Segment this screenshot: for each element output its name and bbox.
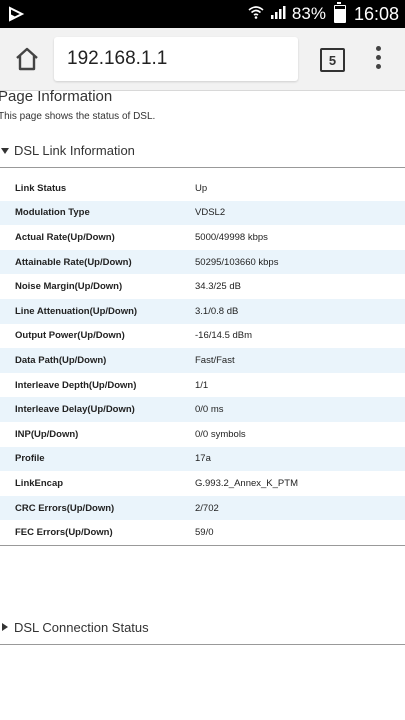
row-label: Interleave Depth(Up/Down) <box>15 379 137 391</box>
expand-arrow-icon <box>1 148 9 154</box>
row-label: Output Power(Up/Down) <box>15 330 125 342</box>
more-menu-icon[interactable] <box>370 46 386 72</box>
table-row: Interleave Depth(Up/Down) 1/1 <box>0 372 405 398</box>
table-row: Noise Margin(Up/Down) 34.3/25 dB <box>0 274 405 299</box>
url-text: 192.168.1.1 <box>67 48 168 69</box>
table-row: Profile 17a <box>0 446 405 472</box>
table-row: Interleave Delay(Up/Down) 0/0 ms <box>0 397 405 422</box>
table-row: Modulation Type VDSL2 <box>0 200 405 226</box>
row-label: Actual Rate(Up/Down) <box>15 231 115 243</box>
status-bar: 83% 16:08 <box>0 0 405 28</box>
row-label: LinkEncap <box>15 477 64 489</box>
table-row: Actual Rate(Up/Down) 5000/49998 kbps <box>0 225 405 250</box>
row-value: 17a <box>195 453 211 465</box>
table-row: Output Power(Up/Down) -16/14.5 dBm <box>0 323 405 349</box>
row-label: FEC Errors(Up/Down) <box>15 527 113 539</box>
clock: 16:08 <box>353 3 399 24</box>
section-label: DSL Link Information <box>14 143 135 158</box>
dsl-link-table: Link Status Up Modulation Type VDSL2 Actual … <box>0 176 405 546</box>
row-value: 3.1/0.8 dB <box>195 305 239 317</box>
table-row: Line Attenuation(Up/Down) 3.1/0.8 dB <box>0 298 405 324</box>
row-value: -16/14.5 dBm <box>195 330 253 342</box>
row-value: 50295/103660 kbps <box>195 256 279 268</box>
row-value: G.993.2_Annex_K_PTM <box>195 477 298 489</box>
section-label: DSL Connection Status <box>14 620 149 635</box>
row-value: 2/702 <box>195 502 219 514</box>
battery-percent: 83% <box>291 4 326 23</box>
wifi-icon <box>248 4 264 24</box>
row-label: Line Attenuation(Up/Down) <box>15 305 138 317</box>
tab-switcher-button[interactable]: 5 <box>320 48 345 72</box>
address-bar[interactable]: 192.168.1.1 <box>54 37 298 81</box>
table-row: INP(Up/Down) 0/0 symbols <box>0 421 405 447</box>
row-value: 59/0 <box>195 527 214 539</box>
cast-icon <box>6 4 26 24</box>
row-value: 1/1 <box>195 379 209 391</box>
row-value: 34.3/25 dB <box>195 281 241 293</box>
table-row: Data Path(Up/Down) Fast/Fast <box>0 348 405 373</box>
table-row: FEC Errors(Up/Down) 59/0 <box>0 520 405 546</box>
row-value: 5000/49998 kbps <box>195 231 268 243</box>
row-value: Fast/Fast <box>195 354 235 366</box>
row-value: VDSL2 <box>195 207 226 219</box>
table-row: CRC Errors(Up/Down) 2/702 <box>0 495 405 521</box>
section-dsl-link-information[interactable]: DSL Link Information <box>0 137 405 168</box>
table-row: LinkEncap G.993.2_Annex_K_PTM <box>0 471 405 496</box>
table-row: Link Status Up <box>0 176 405 201</box>
home-icon[interactable] <box>13 45 41 73</box>
section-dsl-connection-status[interactable]: DSL Connection Status <box>0 614 405 645</box>
row-value: Up <box>195 182 208 194</box>
page-description: This page shows the status of DSL. <box>0 111 156 122</box>
collapsed-arrow-icon <box>2 623 8 631</box>
row-label: Noise Margin(Up/Down) <box>15 281 123 293</box>
row-label: Link Status <box>15 182 67 194</box>
row-label: Attainable Rate(Up/Down) <box>15 256 132 268</box>
signal-icon <box>270 4 286 24</box>
row-label: Modulation Type <box>15 207 90 219</box>
row-label: Data Path(Up/Down) <box>15 354 107 366</box>
row-label: INP(Up/Down) <box>15 428 79 440</box>
row-value: 0/0 symbols <box>195 428 246 440</box>
browser-toolbar: 192.168.1.1 5 <box>0 28 405 91</box>
row-value: 0/0 ms <box>195 404 224 416</box>
table-row: Attainable Rate(Up/Down) 50295/103660 kbp… <box>0 249 405 275</box>
row-label: Profile <box>15 453 45 465</box>
row-label: Interleave Delay(Up/Down) <box>15 404 135 416</box>
row-label: CRC Errors(Up/Down) <box>15 502 115 514</box>
battery-icon <box>333 2 346 23</box>
page-title: Page Information <box>0 88 113 105</box>
